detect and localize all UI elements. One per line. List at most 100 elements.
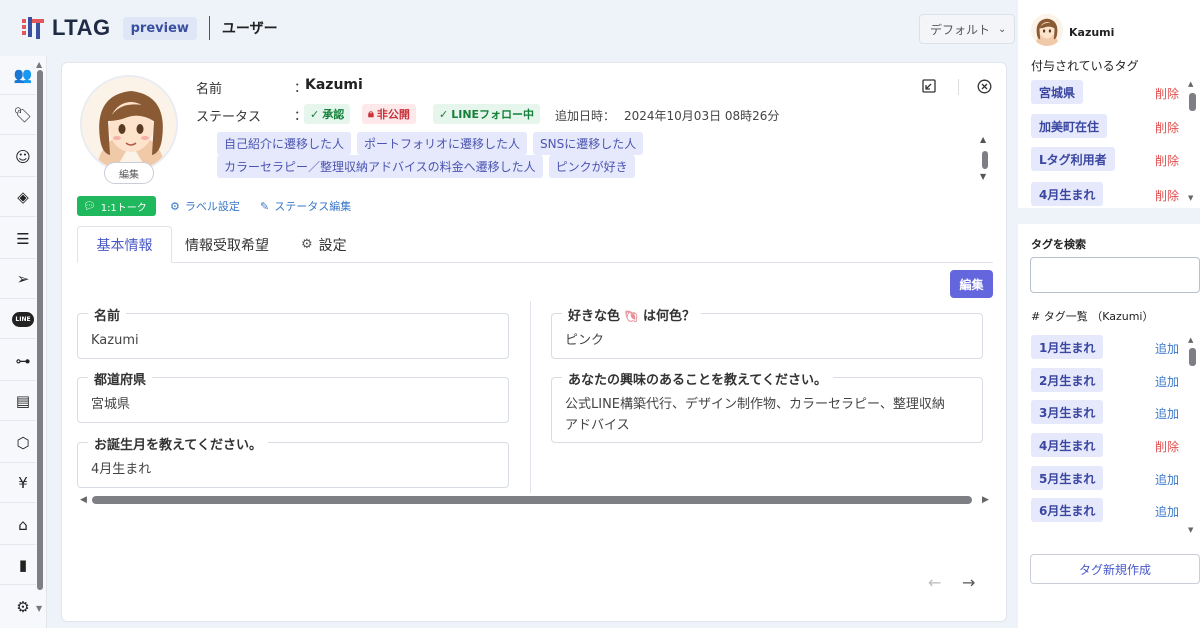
- label-chip: カラーセラピー／整理収納アドバイスの料金へ遷移した人: [217, 155, 543, 178]
- tab-preferences[interactable]: 情報受取希望: [185, 226, 269, 263]
- status-badge-approved: ✓ 承認: [304, 104, 351, 124]
- box-icon[interactable]: ⬡: [12, 432, 34, 454]
- field-interests-line2: アドバイス: [565, 418, 630, 433]
- hierarchy-icon[interactable]: ⊶: [12, 350, 34, 372]
- tag-list-scrollbar[interactable]: [1189, 348, 1196, 366]
- label-scroll-up-icon[interactable]: ▲: [980, 135, 986, 144]
- top-icon-divider: [958, 79, 959, 95]
- sidebar-divider: [0, 584, 36, 585]
- label-list-row1: 自己紹介に遷移した人 ポートフォリオに遷移した人 SNSに遷移した人: [217, 132, 644, 155]
- close-icon[interactable]: [975, 77, 993, 95]
- tag-chip: 加美町在住: [1031, 114, 1108, 138]
- scroll-right-icon[interactable]: ▶: [982, 495, 989, 505]
- diamond-tag-icon[interactable]: ◈: [12, 186, 34, 208]
- assigned-tag-row: 加美町在住 削除: [1031, 114, 1191, 140]
- tag-search-input[interactable]: [1030, 257, 1200, 293]
- shop-icon[interactable]: ⌂: [12, 514, 34, 536]
- delete-tag-link[interactable]: 削除: [1155, 438, 1179, 455]
- tab-settings[interactable]: ⚙ 設定: [301, 226, 347, 263]
- assigned-tag-row: 4月生まれ 削除: [1031, 182, 1191, 208]
- status-label: ステータス: [196, 110, 262, 125]
- field-favorite-color-label: 好きな色 🐚︎ は何色？: [562, 305, 702, 324]
- label-chip: ピンクが好き: [548, 155, 635, 178]
- tag-list-scroll-up-icon[interactable]: ▲: [1188, 336, 1193, 344]
- status-edit-link[interactable]: ✎ ステータス編集: [260, 198, 351, 214]
- check-circle-icon: ✓: [310, 107, 320, 121]
- assigned-tag-row: 宮城県 削除: [1031, 80, 1191, 106]
- tag-list-scroll-down-icon[interactable]: ▼: [1188, 526, 1193, 534]
- user-avatar[interactable]: [1031, 14, 1063, 46]
- delete-tag-link[interactable]: 削除: [1155, 187, 1179, 204]
- gear-icon[interactable]: ⚙: [12, 596, 34, 618]
- add-tag-link[interactable]: 追加: [1155, 503, 1179, 520]
- assigned-scrollbar[interactable]: [1189, 93, 1196, 111]
- gear-icon: ⚙: [170, 199, 180, 213]
- delete-tag-link[interactable]: 削除: [1155, 85, 1179, 102]
- assigned-scroll-down-icon[interactable]: ▼: [1188, 194, 1193, 202]
- field-favorite-color-label-after: は何色？: [643, 309, 696, 324]
- shell-icon: 🐚︎: [624, 310, 639, 323]
- assigned-tags-title: 付与されているタグ: [1031, 59, 1139, 73]
- tag-list-row: 6月生まれ 追加: [1031, 498, 1191, 524]
- line-icon[interactable]: LINE: [12, 308, 34, 330]
- send-icon[interactable]: ➢: [12, 268, 34, 290]
- sidebar-divider: [0, 94, 36, 95]
- page-title: ユーザー: [221, 21, 278, 37]
- create-tag-button[interactable]: タグ新規作成: [1030, 554, 1200, 584]
- prev-page-icon[interactable]: ←: [928, 573, 941, 592]
- one-on-one-talk-button[interactable]: 💬︎ 1:1トーク: [77, 196, 156, 216]
- list-icon[interactable]: ☰: [12, 228, 34, 250]
- tag-icon[interactable]: 🏷: [12, 104, 34, 126]
- add-tag-link[interactable]: 追加: [1155, 405, 1179, 422]
- assigned-scroll-up-icon[interactable]: ▲: [1188, 80, 1193, 88]
- user-detail-card: 編集 名前 ： Kazumi ステータス ： ✓ 承認 🔒︎ 非公開 ✓ LIN…: [61, 62, 1007, 622]
- scroll-left-icon[interactable]: ◀: [80, 495, 87, 505]
- horizontal-scrollbar[interactable]: [92, 496, 972, 504]
- field-favorite-color-label-before: 好きな色: [568, 309, 621, 324]
- field-name-label: 名前: [88, 305, 127, 324]
- next-page-icon[interactable]: →: [962, 573, 975, 592]
- collapse-icon[interactable]: [920, 77, 938, 95]
- users-icon[interactable]: 👥: [12, 64, 34, 86]
- tag-chip: 4月生まれ: [1031, 433, 1104, 457]
- chart-icon[interactable]: ▮: [12, 554, 34, 576]
- tag-list-row: 2月生まれ 追加: [1031, 368, 1191, 394]
- document-icon[interactable]: ▤: [12, 390, 34, 412]
- view-select[interactable]: デフォルト ⌄: [919, 14, 1015, 44]
- avatar-edit-button[interactable]: 編集: [104, 162, 154, 184]
- header-divider: [208, 16, 210, 40]
- scroll-down-icon[interactable]: ▼: [36, 604, 42, 613]
- delete-tag-link[interactable]: 削除: [1155, 119, 1179, 136]
- talk-button-label: 1:1トーク: [100, 202, 147, 214]
- field-birth-month-value: 4月生まれ: [91, 462, 152, 477]
- add-tag-link[interactable]: 追加: [1155, 340, 1179, 357]
- sidebar-scrollbar[interactable]: [37, 70, 43, 590]
- status-edit-text: ステータス編集: [274, 200, 352, 213]
- edit-button[interactable]: 編集: [950, 270, 993, 298]
- tag-list-title: # タグ一覧 （Kazumi）: [1031, 310, 1154, 323]
- logo-text[interactable]: LTAG: [52, 15, 111, 41]
- app-header: LTAG preview ユーザー: [0, 0, 1018, 56]
- panel-gap: [1018, 208, 1200, 224]
- field-name-value: Kazumi: [91, 333, 139, 348]
- field-prefecture-label: 都道府県: [88, 369, 153, 388]
- yen-icon[interactable]: ¥: [12, 472, 34, 494]
- label-chip: SNSに遷移した人: [533, 132, 644, 155]
- delete-tag-link[interactable]: 削除: [1155, 152, 1179, 169]
- add-tag-link[interactable]: 追加: [1155, 373, 1179, 390]
- label-settings-link[interactable]: ⚙ ラベル設定: [170, 198, 240, 214]
- gear-icon: ⚙: [301, 237, 313, 252]
- label-scrollbar[interactable]: [982, 151, 988, 169]
- add-tag-link[interactable]: 追加: [1155, 471, 1179, 488]
- scroll-up-icon[interactable]: ▲: [36, 60, 42, 69]
- field-interests-line1: 公式LINE構築代行、デザイン制作物、カラーセラピー、整理収納: [565, 397, 945, 412]
- status-badge-private: 🔒︎ 非公開: [362, 104, 416, 124]
- tab-basic-info[interactable]: 基本情報: [77, 226, 172, 263]
- field-favorite-color: 好きな色 🐚︎ は何色？ ピンク: [551, 305, 983, 359]
- tag-chip: 2月生まれ: [1031, 368, 1104, 392]
- status-line-text: LINEフォロー中: [451, 108, 535, 121]
- tag-chip: Lタグ利用者: [1031, 147, 1115, 171]
- label-scroll-down-icon[interactable]: ▼: [980, 172, 986, 181]
- sidebar-divider: [0, 380, 36, 381]
- smile-icon[interactable]: ☺: [12, 146, 34, 168]
